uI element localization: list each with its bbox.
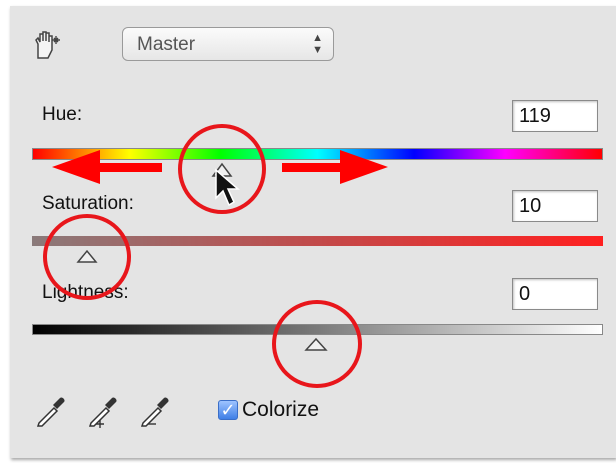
preset-dropdown[interactable]: Master ▲ ▼ — [122, 27, 334, 61]
colorize-toggle[interactable]: ✓ Colorize — [218, 396, 319, 424]
eyedropper-icon[interactable] — [34, 392, 70, 428]
lightness-input[interactable]: 0 — [512, 278, 598, 310]
colorize-label: Colorize — [242, 398, 320, 421]
hue-label: Hue: — [42, 104, 83, 125]
preset-dropdown-label: Master — [137, 34, 196, 55]
eyedropper-plus-icon[interactable] — [86, 392, 122, 428]
hue-input[interactable]: 119 — [512, 100, 598, 132]
hue-saturation-panel — [10, 6, 616, 458]
dropdown-arrows-icon: ▲ ▼ — [312, 32, 323, 56]
lightness-label: Lightness: — [42, 282, 129, 303]
saturation-slider-track[interactable] — [32, 236, 603, 246]
lightness-slider-track[interactable] — [32, 324, 603, 335]
eyedropper-minus-icon[interactable] — [138, 392, 174, 428]
saturation-input[interactable]: 10 — [512, 190, 598, 222]
colorize-checkbox[interactable]: ✓ — [218, 400, 238, 420]
targeted-adjustment-hand-icon[interactable] — [28, 30, 64, 60]
hue-slider-track[interactable] — [32, 148, 603, 160]
saturation-label: Saturation: — [42, 193, 134, 214]
